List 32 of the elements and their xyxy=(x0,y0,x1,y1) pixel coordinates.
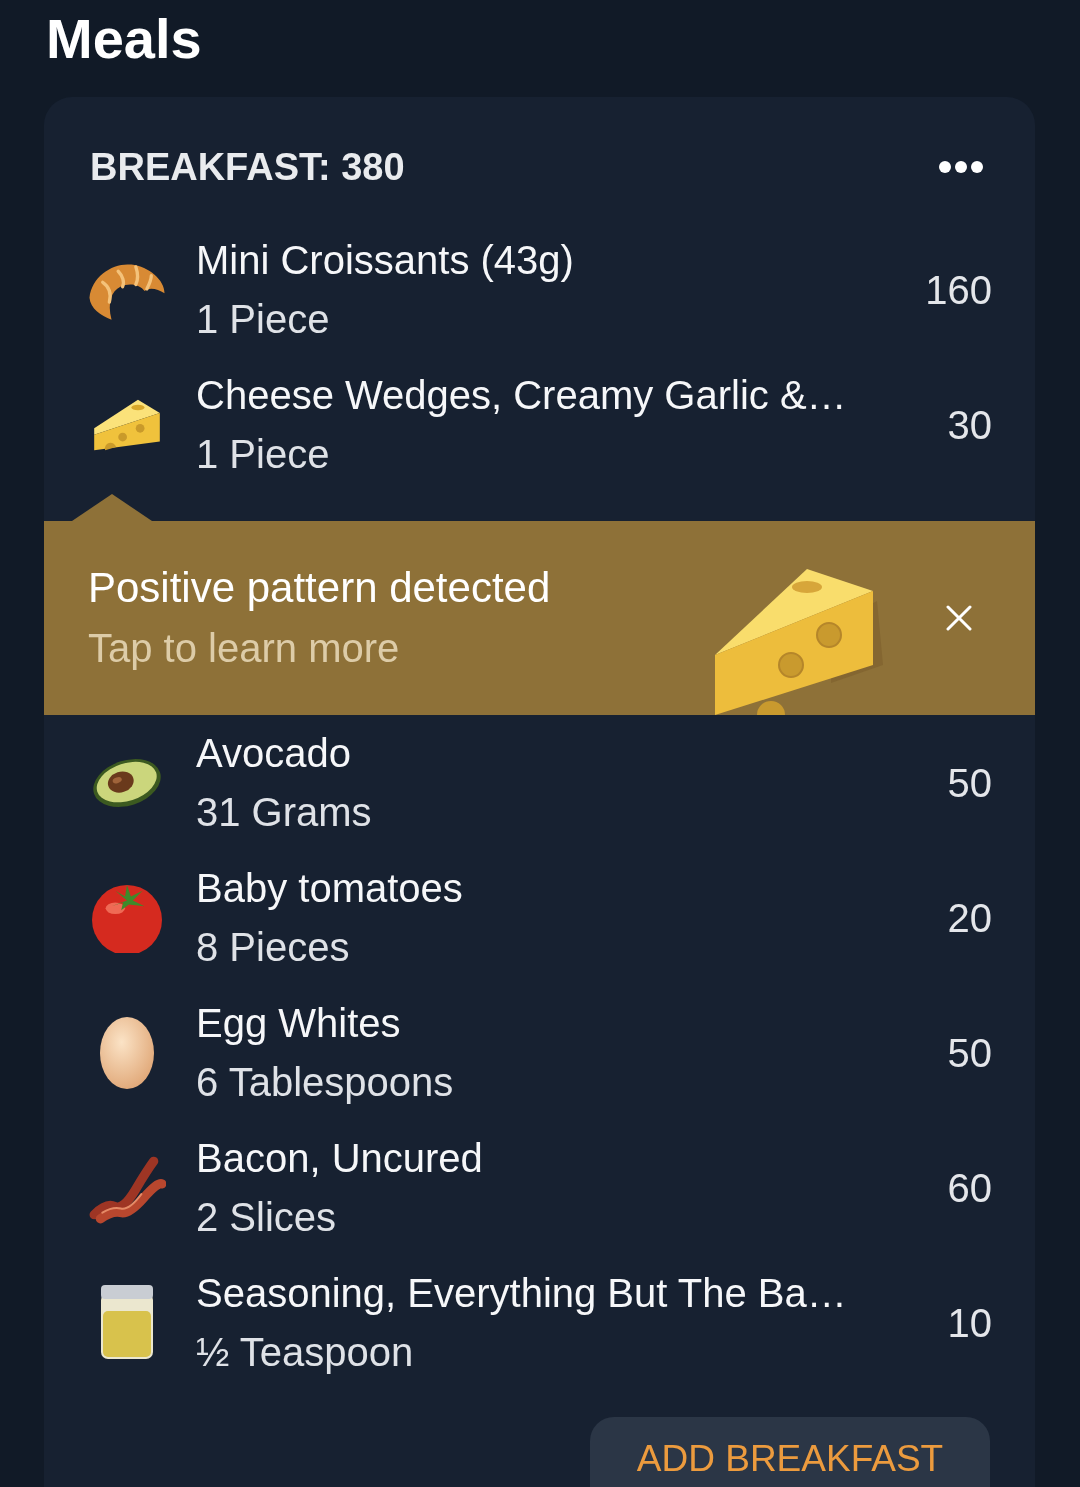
serving-size: 2 Slices xyxy=(196,1194,337,1241)
calorie-count: 20 xyxy=(947,894,992,942)
close-icon xyxy=(946,605,972,631)
add-breakfast-button[interactable]: ADD BREAKFAST xyxy=(590,1417,990,1487)
calorie-count: 10 xyxy=(947,1299,992,1347)
calorie-count: 60 xyxy=(947,1164,992,1212)
food-name: Mini Croissants (43g) xyxy=(196,237,574,284)
serving-size: 6 Tablespoons xyxy=(196,1059,454,1106)
serving-size: 1 Piece xyxy=(196,296,330,343)
more-icon xyxy=(939,161,983,173)
serving-size: 31 Grams xyxy=(196,789,372,836)
egg-icon xyxy=(100,1016,154,1089)
jar-icon xyxy=(99,1284,155,1361)
banner-title: Positive pattern detected xyxy=(88,565,551,611)
food-name: Baby tomatoes xyxy=(196,865,463,912)
serving-size: 8 Pieces xyxy=(196,924,350,971)
tomato-icon xyxy=(89,882,165,953)
food-name: Seasoning, Everything But The Ba… xyxy=(196,1270,847,1317)
meal-header: BREAKFAST: 380 xyxy=(90,144,405,190)
banner-subtitle: Tap to learn more xyxy=(88,625,400,671)
page-title: Meals xyxy=(46,11,202,67)
food-name: Bacon, Uncured xyxy=(196,1135,483,1182)
food-name: Cheese Wedges, Creamy Garlic &… xyxy=(196,372,847,419)
food-name: Avocado xyxy=(196,730,351,777)
calorie-count: 160 xyxy=(925,266,992,314)
serving-size: ½ Teaspoon xyxy=(196,1329,414,1376)
serving-size: 1 Piece xyxy=(196,431,330,478)
calorie-count: 30 xyxy=(947,401,992,449)
food-name: Egg Whites xyxy=(196,1000,401,1047)
insight-banner[interactable]: Positive pattern detected Tap to learn more xyxy=(44,521,1035,715)
calorie-count: 50 xyxy=(947,759,992,807)
calorie-count: 50 xyxy=(947,1029,992,1077)
